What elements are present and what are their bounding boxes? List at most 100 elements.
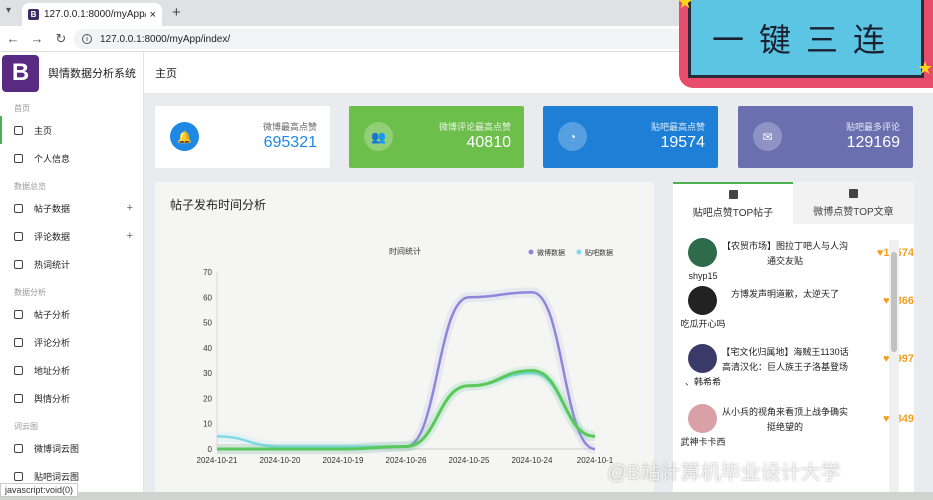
y-tick-label: 20	[203, 394, 212, 403]
sidebar-item[interactable]: 帖子分析	[0, 300, 143, 328]
sidebar-item[interactable]: 微博词云图	[0, 434, 143, 462]
stat-card: 🔔 微博最高点赞 695321	[155, 106, 330, 168]
favicon-icon: B	[28, 9, 39, 20]
close-tab-icon[interactable]: ×	[150, 9, 156, 21]
scrollbar[interactable]	[889, 240, 899, 500]
post-title[interactable]: 从小兵的视角来看顶上战争确实挺绝望的	[719, 405, 851, 435]
cloud-icon	[14, 443, 23, 453]
legend-marker	[528, 249, 534, 255]
sidebar-item[interactable]: 舆情分析	[0, 384, 143, 412]
stat-value: 19574	[660, 134, 706, 151]
sidebar-item-label: 地址分析	[34, 365, 71, 376]
sidebar-item[interactable]: 评论数据 +	[0, 222, 143, 250]
x-tick-label: 2024-10-19	[323, 456, 364, 465]
tab-search-icon[interactable]: ▾	[6, 5, 11, 16]
stat-card: ◔ 贴吧最高点赞 19574	[543, 106, 718, 168]
sidebar-item-label: 评论分析	[34, 337, 71, 348]
x-tick-label: 2024-10-25	[449, 456, 490, 465]
location-icon	[14, 365, 23, 375]
top-posts-panel: 贴吧点赞TOP帖子 微博点赞TOP文章 shyp15 【农贸市场】图拉丁吧人与人沟…	[673, 182, 914, 500]
sidebar-item-label: 评论数据	[34, 231, 71, 242]
tab-tieba-top[interactable]: 贴吧点赞TOP帖子	[673, 182, 793, 224]
post-title[interactable]: 【农贸市场】图拉丁吧人与人沟通交友贴	[719, 239, 851, 269]
chart-panel: 帖子发布时间分析 0 10 20 30 40 50 60 70 2024-10-21 2024-1…	[155, 182, 654, 500]
y-tick-label: 50	[203, 319, 212, 328]
x-tick-label: 2024-10-21	[197, 456, 238, 465]
y-tick-label: 40	[203, 344, 212, 353]
sidebar-item-label: 贴吧词云图	[34, 471, 80, 482]
scrollbar-thumb[interactable]	[891, 252, 897, 352]
forward-icon[interactable]: →	[26, 31, 48, 46]
address-bar[interactable]: i 127.0.0.1:8000/myApp/index/	[74, 29, 694, 49]
y-tick-label: 0	[208, 445, 213, 454]
expand-icon[interactable]: +	[127, 230, 133, 242]
expand-icon[interactable]: +	[127, 202, 133, 214]
site-info-icon[interactable]: i	[82, 34, 92, 44]
post-author: shyp15	[688, 271, 718, 281]
line-chart: 0 10 20 30 40 50 60 70 2024-10-21 2024-10-20 2024-…	[197, 246, 614, 465]
browser-tab[interactable]: B 127.0.0.1:8000/myApp/index ×	[22, 3, 162, 26]
table-icon	[14, 203, 23, 213]
fire-icon	[14, 259, 23, 269]
sidebar-item[interactable]: 帖子数据 +	[0, 194, 143, 222]
x-tick-label: 2024-10-20	[260, 456, 301, 465]
y-tick-label: 10	[203, 420, 212, 429]
series-glow	[216, 365, 596, 455]
promo-text: 一键三连	[711, 21, 900, 58]
bottom-strip	[0, 492, 933, 500]
page-title: 主页	[155, 67, 177, 80]
back-icon[interactable]: ←	[2, 31, 24, 46]
stat-label: 微博最高点赞	[262, 122, 317, 132]
stat-card: ✉ 贴吧最多评论 129169	[738, 106, 913, 168]
new-tab-icon[interactable]: +	[172, 4, 181, 21]
bag-icon	[728, 189, 738, 199]
y-tick-label: 30	[203, 369, 212, 378]
url-text: 127.0.0.1:8000/myApp/index/	[100, 33, 231, 45]
post-author: 、韩希希	[684, 377, 721, 387]
stat-value: 40810	[466, 134, 512, 151]
x-tick-label: 2024-10-26	[386, 456, 427, 465]
sidebar-item[interactable]: 主页	[0, 116, 143, 144]
sidebar-item-label: 主页	[34, 125, 53, 136]
post-title[interactable]: 【宅文化归属地】海贼王1130话高清汉化：巨人族王子洛基登场	[719, 345, 851, 375]
legend-marker	[576, 249, 582, 255]
stat-label: 贴吧最多评论	[845, 122, 900, 132]
sidebar-item-label: 帖子数据	[34, 203, 71, 214]
users-icon: 👥	[364, 122, 393, 151]
stat-label: 贴吧最高点赞	[650, 122, 705, 132]
star-icon: ★	[917, 58, 933, 78]
y-tick-label: 70	[203, 268, 212, 277]
user-icon	[14, 153, 23, 163]
eye-icon	[14, 393, 23, 403]
avatar	[688, 238, 717, 267]
brand[interactable]: B 舆情数据分析系统	[0, 52, 143, 94]
x-tick-label: 2024-10-24	[512, 456, 553, 465]
post-title[interactable]: 方博发声明道歉，太逆天了	[719, 287, 851, 302]
sidebar-item-label: 微博词云图	[34, 443, 80, 454]
sidebar-section-title: 数据分析	[14, 288, 46, 297]
sidebar-item-label: 个人信息	[34, 153, 71, 164]
sidebar-section-title: 词云图	[14, 422, 38, 431]
cloud-icon	[14, 471, 23, 481]
series-glow	[216, 368, 596, 452]
y-tick-label: 60	[203, 293, 212, 302]
tab-weibo-top[interactable]: 微博点赞TOP文章	[793, 182, 914, 224]
reload-icon[interactable]: ↻	[50, 31, 72, 47]
sidebar-item-label: 热词统计	[34, 259, 71, 270]
tab-title: 127.0.0.1:8000/myApp/index	[44, 9, 146, 20]
avatar	[688, 286, 717, 315]
gauge-icon: ◔	[558, 122, 587, 151]
sidebar-item[interactable]: 热词统计	[0, 250, 143, 278]
avatar	[688, 404, 717, 433]
sidebar-section-title: 数据总览	[14, 182, 46, 191]
post-author: 吃瓜开心吗	[680, 319, 726, 329]
sidebar-item[interactable]: 地址分析	[0, 356, 143, 384]
legend-label: 微博数据	[537, 248, 565, 257]
sidebar-item[interactable]: 评论分析	[0, 328, 143, 356]
star-icon: ★	[677, 0, 694, 12]
sidebar-item-label: 舆情分析	[34, 393, 71, 404]
sidebar-item[interactable]: 个人信息	[0, 144, 143, 172]
avatar	[688, 344, 717, 373]
legend-label: 贴吧数据	[585, 248, 613, 257]
bag-icon	[849, 188, 858, 198]
